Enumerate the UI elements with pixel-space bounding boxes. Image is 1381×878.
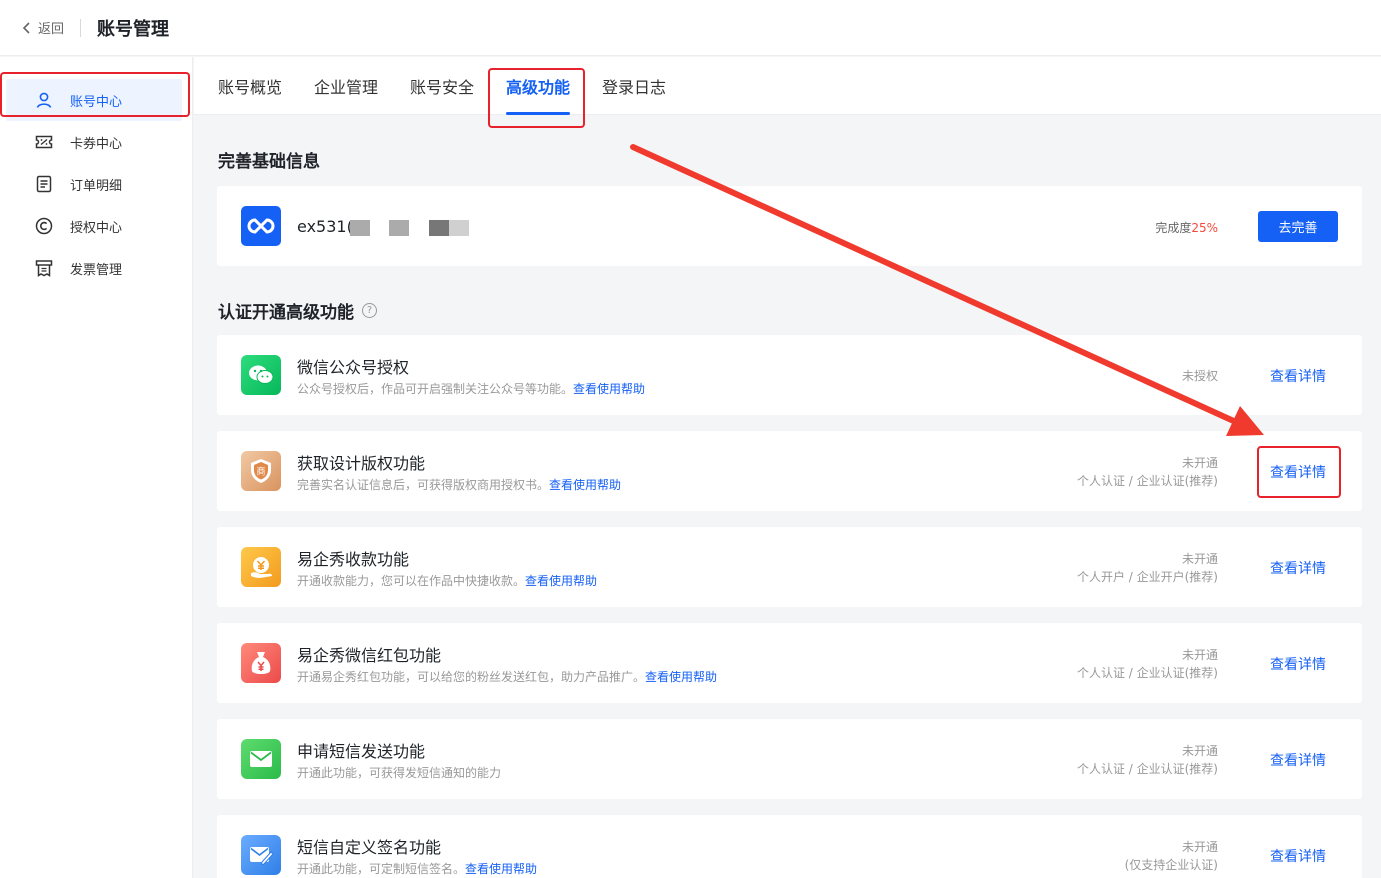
feature-description: 开通易企秀红包功能，可以给您的粉丝发送红包，助力产品推广。查看使用帮助 — [297, 670, 718, 684]
basic-info-title: 完善基础信息 — [218, 152, 320, 172]
feature-status: 未开通 — [1181, 552, 1218, 566]
redacted-mask — [389, 220, 409, 236]
order-icon — [34, 174, 54, 194]
top-bar: 返回 账号管理 — [0, 0, 1381, 56]
edit-mail-icon — [241, 835, 281, 875]
redacted-mask — [449, 220, 469, 236]
header-divider — [80, 18, 82, 37]
mail-icon — [241, 739, 281, 779]
user-icon — [34, 90, 54, 110]
chevron-left-icon — [22, 21, 30, 34]
invoice-icon — [34, 258, 54, 278]
sidebar-item-label: 授权中心 — [70, 220, 123, 236]
tab-bar: 账号概览 企业管理 账号安全 高级功能 登录日志 — [194, 57, 1381, 115]
yuan-coin-icon — [241, 547, 281, 587]
feature-requirement: 个人认证 / 企业认证(推荐) — [1076, 666, 1218, 680]
feature-status: 未开通 — [1181, 456, 1218, 470]
feature-card-design-copyright: 商 获取设计版权功能 完善实名认证信息后，可获得版权商用授权书。查看使用帮助 未… — [217, 431, 1362, 511]
back-button[interactable]: 返回 — [22, 18, 64, 37]
help-link[interactable]: 查看使用帮助 — [645, 670, 717, 684]
shield-icon: 商 — [241, 451, 281, 491]
help-link[interactable]: 查看使用帮助 — [573, 382, 645, 396]
completion-progress: 完成度25% — [1155, 221, 1218, 235]
view-details-link[interactable]: 查看详情 — [1270, 654, 1326, 674]
tab-login-log[interactable]: 登录日志 — [602, 57, 666, 115]
feature-description: 开通此功能，可定制短信签名。查看使用帮助 — [297, 862, 538, 876]
feature-status: 未开通 — [1181, 840, 1218, 854]
feature-status: 未开通 — [1181, 744, 1218, 758]
view-details-link[interactable]: 查看详情 — [1270, 366, 1326, 386]
sidebar-item-label: 账号中心 — [70, 94, 123, 110]
feature-name: 易企秀微信红包功能 — [297, 646, 442, 665]
help-icon[interactable]: ? — [362, 303, 377, 318]
sidebar-item-label: 订单明细 — [70, 178, 123, 194]
shield-glyph: 商 — [256, 466, 265, 478]
brand-logo-icon — [241, 206, 281, 246]
feature-status: 未授权 — [1181, 369, 1218, 383]
complete-info-button[interactable]: 去完善 — [1258, 211, 1338, 242]
feature-description: 公众号授权后，作品可开启强制关注公众号等功能。查看使用帮助 — [297, 382, 646, 396]
view-details-link[interactable]: 查看详情 — [1270, 462, 1326, 482]
feature-card-sms-signature: 短信自定义签名功能 开通此功能，可定制短信签名。查看使用帮助 未开通 (仅支持企… — [217, 815, 1362, 878]
feature-requirement: 个人认证 / 企业认证(推荐) — [1076, 474, 1218, 488]
view-details-link[interactable]: 查看详情 — [1270, 846, 1326, 866]
feature-name: 获取设计版权功能 — [297, 454, 426, 473]
tab-advanced-features[interactable]: 高级功能 — [506, 57, 571, 115]
feature-name: 短信自定义签名功能 — [297, 838, 442, 857]
feature-requirement: (仅支持企业认证) — [1124, 858, 1218, 872]
help-link[interactable]: 查看使用帮助 — [465, 862, 537, 876]
feature-description: 开通此功能，可获得发短信通知的能力 — [297, 766, 502, 780]
sidebar-item-label: 卡券中心 — [70, 136, 123, 152]
feature-requirement: 个人开户 / 企业开户(推荐) — [1076, 570, 1218, 584]
feature-card-payment: 易企秀收款功能 开通收款能力，您可以在作品中快捷收款。查看使用帮助 未开通 个人… — [217, 527, 1362, 607]
tab-account-security[interactable]: 账号安全 — [410, 57, 474, 115]
advanced-features-title-text: 认证开通高级功能 — [218, 303, 354, 323]
feature-card-sms-sending: 申请短信发送功能 开通此功能，可获得发短信通知的能力 未开通 个人认证 / 企业… — [217, 719, 1362, 799]
sidebar-item-order-detail[interactable]: 订单明细 — [0, 163, 193, 205]
sidebar-item-coupon-center[interactable]: 卡券中心 — [0, 121, 193, 163]
back-label: 返回 — [38, 22, 65, 37]
sidebar-item-account-center[interactable]: 账号中心 — [6, 79, 182, 121]
feature-card-wechat-auth: 微信公众号授权 公众号授权后，作品可开启强制关注公众号等功能。查看使用帮助 未授… — [217, 335, 1362, 415]
basic-info-card: ex531( 完成度25% 去完善 — [217, 186, 1362, 266]
feature-description: 开通收款能力，您可以在作品中快捷收款。查看使用帮助 — [297, 574, 598, 588]
feature-status: 未开通 — [1181, 648, 1218, 662]
feature-card-wechat-red-packet: 易企秀微信红包功能 开通易企秀红包功能，可以给您的粉丝发送红包，助力产品推广。查… — [217, 623, 1362, 703]
redacted-mask — [429, 220, 449, 236]
tab-account-overview[interactable]: 账号概览 — [218, 57, 282, 115]
help-link[interactable]: 查看使用帮助 — [525, 574, 597, 588]
wechat-icon — [241, 355, 281, 395]
coupon-icon — [34, 132, 54, 152]
username: ex531( — [297, 217, 353, 236]
sidebar-item-label: 发票管理 — [70, 262, 123, 278]
feature-name: 易企秀收款功能 — [297, 550, 410, 569]
advanced-features-title: 认证开通高级功能 ? — [218, 298, 377, 323]
completion-value: 25% — [1191, 221, 1218, 235]
help-link[interactable]: 查看使用帮助 — [549, 478, 621, 492]
sidebar-item-authorization-center[interactable]: 授权中心 — [0, 205, 193, 247]
sidebar-item-invoice-management[interactable]: 发票管理 — [0, 247, 193, 289]
feature-name: 申请短信发送功能 — [297, 742, 426, 761]
view-details-link[interactable]: 查看详情 — [1270, 558, 1326, 578]
tab-enterprise-management[interactable]: 企业管理 — [314, 57, 378, 115]
page-title: 账号管理 — [97, 18, 170, 40]
money-bag-icon — [241, 643, 281, 683]
copyright-icon — [34, 216, 54, 236]
view-details-link[interactable]: 查看详情 — [1270, 750, 1326, 770]
sidebar: 账号中心 卡券中心 订单明细 授权中心 发票管理 — [0, 57, 193, 878]
redacted-mask — [350, 220, 370, 236]
feature-name: 微信公众号授权 — [297, 358, 410, 377]
feature-description: 完善实名认证信息后，可获得版权商用授权书。查看使用帮助 — [297, 478, 622, 492]
feature-requirement: 个人认证 / 企业认证(推荐) — [1076, 762, 1218, 776]
